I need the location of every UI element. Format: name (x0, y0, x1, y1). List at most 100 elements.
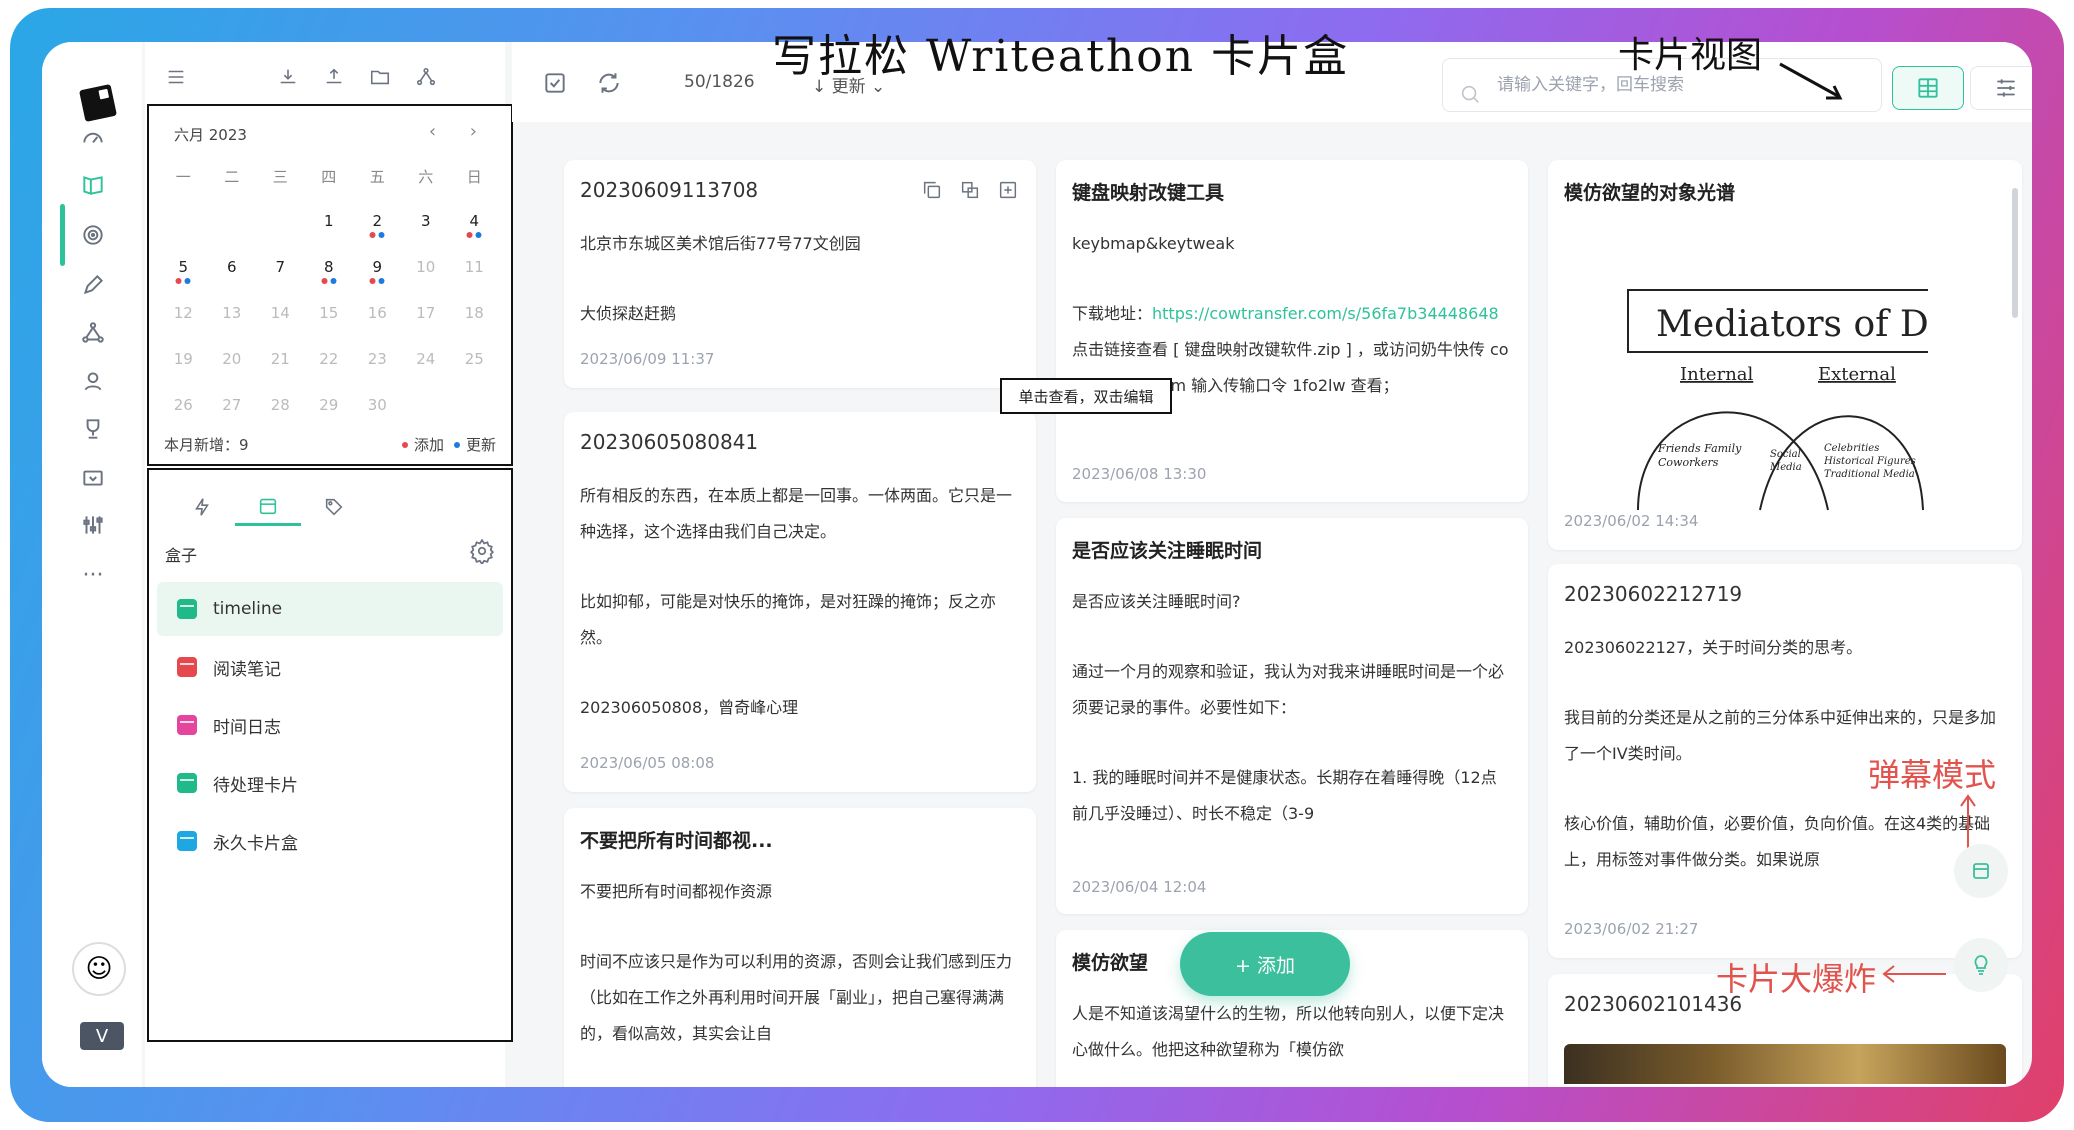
settings-sliders-icon[interactable] (78, 510, 108, 540)
calendar-day[interactable]: 20 (208, 338, 257, 384)
add-card-button[interactable]: + 添加 (1180, 932, 1350, 996)
calendar-day[interactable]: 14 (256, 292, 305, 338)
download-link[interactable]: https://cowtransfer.com/s/56fa7b34448648 (1152, 304, 1499, 323)
tab-tags[interactable] (301, 488, 367, 526)
sketch-left: Friends Family Coworkers (1658, 442, 1742, 469)
box-color-icon (177, 831, 197, 851)
calendar-day-number: 1 (323, 212, 334, 230)
calendar-day[interactable]: 10 (402, 246, 451, 292)
calendar-day[interactable]: 4 (450, 200, 499, 246)
more-icon[interactable]: ··· (78, 560, 108, 590)
card-20230605080841[interactable]: 20230605080841 所有相反的东西，在本质上都是一回事。一体两面。它只… (564, 412, 1036, 792)
collapse-menu-icon[interactable] (165, 66, 187, 88)
calendar-day-number: 7 (275, 258, 286, 276)
week-row: 5 6 7 8 9 10 11 (159, 246, 499, 292)
calendar-day[interactable]: 15 (305, 292, 354, 338)
box-item[interactable]: 时间日志 (157, 698, 503, 752)
export-icon[interactable] (323, 66, 345, 88)
calendar-day[interactable]: 26 (159, 384, 208, 430)
week-row: 1 2 3 4 (159, 200, 499, 246)
box-color-icon (177, 715, 197, 735)
calendar-day[interactable]: 28 (256, 384, 305, 430)
cardbox-icon[interactable] (78, 170, 108, 200)
calendar-day[interactable]: 6 (208, 246, 257, 292)
card-view-button[interactable] (1892, 66, 1964, 110)
card-key-mapping[interactable]: 键盘映射改键工具 keybmap&keytweak 下载地址：https://c… (1056, 160, 1528, 502)
inbox-icon[interactable] (78, 462, 108, 492)
copy-icon[interactable] (918, 176, 946, 204)
calendar-day[interactable]: 12 (159, 292, 208, 338)
link-card-icon[interactable] (956, 176, 984, 204)
icon-rail: ··· ☺ V (42, 42, 142, 1087)
calendar-day[interactable]: 30 (353, 384, 402, 430)
add-card-icon[interactable] (994, 176, 1022, 204)
calendar-day-number: 8 (323, 258, 334, 276)
calendar-day[interactable]: 16 (353, 292, 402, 338)
calendar-day-number: 5 (178, 258, 189, 276)
review-icon[interactable] (78, 366, 108, 396)
card-explode-button[interactable] (1954, 938, 2008, 992)
calendar-day[interactable]: 19 (159, 338, 208, 384)
trophy-icon[interactable] (78, 414, 108, 444)
calendar-day[interactable]: 8 (305, 246, 354, 292)
weekday-row: 一二三四五六日 (159, 154, 499, 200)
avatar[interactable]: ☺ (72, 942, 126, 996)
scrollbar[interactable] (2012, 188, 2018, 318)
sketch-external: External (1818, 364, 1896, 385)
calendar-nav[interactable]: ‹ › (429, 121, 491, 142)
refresh-icon[interactable] (596, 70, 622, 96)
radar-icon[interactable] (78, 220, 108, 250)
box-item[interactable]: 永久卡片盒 (157, 814, 503, 868)
calendar-day[interactable]: 21 (256, 338, 305, 384)
calendar-day-number: 6 (226, 258, 237, 276)
calendar-day (208, 200, 257, 246)
gear-icon[interactable] (469, 538, 495, 566)
calendar-day[interactable]: 27 (208, 384, 257, 430)
graph-icon[interactable] (78, 318, 108, 348)
app-logo-icon[interactable] (79, 84, 117, 122)
card-body: 人是不知道该渴望什么的生物，所以他转向别人，以便下定决心做什么。他把这种欲望称为… (1072, 1004, 1505, 1059)
tab-boxes[interactable] (235, 488, 301, 526)
sketch-internal: Internal (1680, 364, 1754, 385)
calendar-day[interactable]: 11 (450, 246, 499, 292)
folder-icon[interactable] (369, 66, 391, 88)
card-date: 2023/06/08 13:30 (1072, 465, 1207, 483)
dashboard-icon[interactable] (78, 122, 108, 152)
calendar-day[interactable]: 7 (256, 246, 305, 292)
calendar-day[interactable]: 24 (402, 338, 451, 384)
pencil-icon[interactable] (78, 270, 108, 300)
box-label: 时间日志 (213, 717, 281, 738)
danmaku-mode-button[interactable] (1954, 844, 2008, 898)
card-title: 模仿欲望 (1072, 952, 1149, 974)
calendar-day[interactable]: 23 (353, 338, 402, 384)
calendar-day[interactable]: 1 (305, 200, 354, 246)
box-item[interactable]: 阅读笔记 (157, 640, 503, 694)
box-item[interactable]: timeline (157, 582, 503, 636)
select-icon[interactable] (542, 70, 568, 96)
card-time-not-resource[interactable]: 不要把所有时间都视... 不要把所有时间都视作资源 时间不应该只是作为可以利用的… (564, 808, 1036, 1087)
box-color-icon (177, 657, 197, 677)
weekday-label: 四 (321, 168, 337, 186)
list-view-button[interactable] (1970, 66, 2032, 110)
calendar-day[interactable]: 17 (402, 292, 451, 338)
card-20230609113708[interactable]: 20230609113708 北京市东城区美术馆后街77号77文创园 大侦探赵赶… (564, 160, 1036, 388)
calendar-day[interactable]: 3 (402, 200, 451, 246)
card-actions (918, 176, 1022, 204)
import-icon[interactable] (277, 66, 299, 88)
calendar-day[interactable]: 18 (450, 292, 499, 338)
calendar-day[interactable]: 25 (450, 338, 499, 384)
card-title: 20230605080841 (580, 430, 759, 454)
card-sleep-time[interactable]: 是否应该关注睡眠时间 是否应该关注睡眠时间? 通过一个月的观察和验证，我认为对我… (1056, 518, 1528, 914)
network-icon[interactable] (415, 66, 437, 88)
tab-flash[interactable] (169, 488, 235, 526)
calendar-day[interactable]: 29 (305, 384, 354, 430)
calendar-day[interactable]: 22 (305, 338, 354, 384)
box-item[interactable]: 待处理卡片 (157, 756, 503, 810)
calendar-day[interactable]: 13 (208, 292, 257, 338)
card-title: 是否应该关注睡眠时间 (1072, 540, 1263, 562)
calendar-day[interactable]: 9 (353, 246, 402, 292)
calendar-day-number: 21 (270, 350, 290, 368)
calendar-day[interactable]: 2 (353, 200, 402, 246)
calendar-day-number: 27 (222, 396, 242, 414)
calendar-day[interactable]: 5 (159, 246, 208, 292)
